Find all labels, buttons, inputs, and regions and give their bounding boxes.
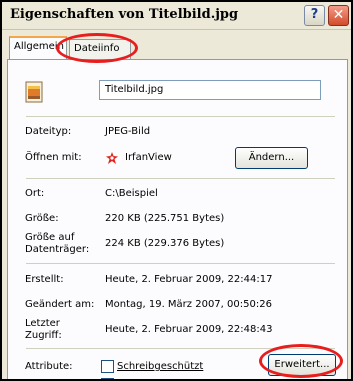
type-label: Dateityp: bbox=[25, 126, 72, 137]
disk-size-label-line2: Datenträger: bbox=[25, 244, 90, 255]
properties-dialog: Eigenschaften von Titelbild.jpg ? ✕ Allg… bbox=[0, 0, 353, 381]
separator bbox=[26, 178, 335, 179]
location-label: Ort: bbox=[25, 188, 45, 199]
type-value: JPEG-Bild bbox=[105, 126, 151, 137]
annotation-circle-dateiinfo-tab bbox=[56, 33, 138, 63]
opens-with-value: IrfanView bbox=[125, 152, 172, 163]
accessed-label-line2: Zugriff: bbox=[25, 330, 62, 341]
change-button[interactable]: Ändern... bbox=[235, 147, 308, 169]
close-button[interactable]: ✕ bbox=[328, 5, 349, 26]
location-value: C:\Beispiel bbox=[105, 188, 158, 199]
separator bbox=[26, 116, 335, 117]
readonly-checkbox[interactable] bbox=[101, 360, 114, 373]
annotation-circle-advanced-button bbox=[259, 344, 343, 378]
disk-size-label-line1: Größe auf bbox=[25, 232, 75, 243]
opens-with-label: Öffnen mit: bbox=[25, 152, 82, 163]
window-title: Eigenschaften von Titelbild.jpg bbox=[10, 7, 239, 22]
separator bbox=[26, 263, 335, 264]
created-value: Heute, 2. Februar 2009, 22:44:17 bbox=[105, 274, 273, 285]
modified-label: Geändert am: bbox=[25, 299, 95, 310]
accessed-value: Heute, 2. Februar 2009, 22:48:43 bbox=[105, 324, 273, 335]
title-bar[interactable]: Eigenschaften von Titelbild.jpg ? ✕ bbox=[2, 2, 351, 30]
attributes-label: Attribute: bbox=[25, 361, 73, 372]
size-label: Größe: bbox=[25, 213, 59, 224]
size-value: 220 KB (225.751 Bytes) bbox=[105, 213, 225, 224]
jpeg-file-icon bbox=[25, 81, 43, 103]
file-name-field[interactable]: Titelbild.jpg bbox=[99, 80, 321, 100]
irfanview-icon bbox=[106, 152, 118, 164]
created-label: Erstellt: bbox=[25, 274, 64, 285]
disk-size-value: 224 KB (229.376 Bytes) bbox=[105, 238, 225, 249]
change-button-label: Ändern... bbox=[248, 152, 295, 163]
modified-value: Montag, 19. März 2007, 00:50:26 bbox=[105, 299, 272, 310]
accessed-label-line1: Letzter bbox=[25, 318, 60, 329]
readonly-label[interactable]: Schreibgeschützt bbox=[117, 361, 203, 373]
help-button[interactable]: ? bbox=[304, 5, 325, 26]
